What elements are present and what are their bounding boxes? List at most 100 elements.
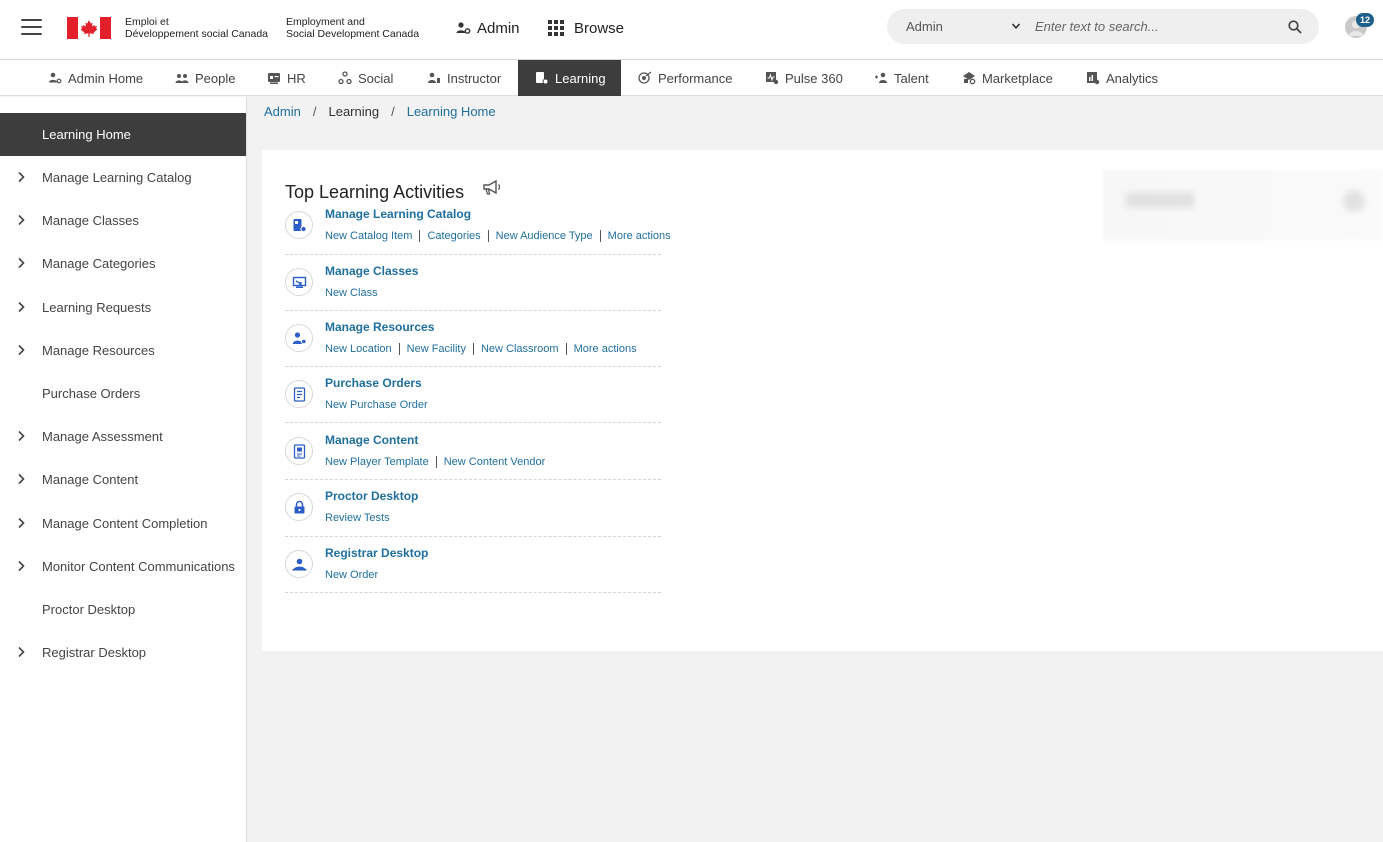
- activity-links: New Catalog Item Categories New Audience…: [325, 230, 671, 242]
- activity-title[interactable]: Registrar Desktop: [325, 546, 428, 560]
- activity-links: New Purchase Order: [325, 399, 428, 411]
- tab-talent[interactable]: Talent: [874, 60, 932, 96]
- sidebar-item-learning-home[interactable]: Learning Home: [0, 113, 246, 156]
- chevron-right-icon: [18, 171, 25, 183]
- new-classroom-link[interactable]: New Classroom: [481, 343, 559, 355]
- tab-admin-home[interactable]: Admin Home: [48, 60, 150, 96]
- link-divider: [398, 343, 400, 355]
- activity-title[interactable]: Manage Classes: [325, 264, 418, 278]
- tab-label: Pulse 360: [785, 70, 843, 86]
- admin-label: Admin: [477, 19, 520, 37]
- resources-icon: [285, 324, 313, 352]
- new-audience-type-link[interactable]: New Audience Type: [496, 230, 593, 242]
- chevron-down-icon[interactable]: [1011, 21, 1021, 31]
- breadcrumb: Admin / Learning / Learning Home: [264, 104, 496, 119]
- chevron-right-icon: [18, 344, 25, 356]
- categories-link[interactable]: Categories: [427, 230, 480, 242]
- activity-purchase-orders: Purchase Orders New Purchase Order: [285, 376, 661, 423]
- new-content-vendor-link[interactable]: New Content Vendor: [444, 456, 546, 468]
- sidebar-item-label: Manage Content: [42, 472, 139, 487]
- link-divider: [487, 230, 489, 242]
- review-tests-link[interactable]: Review Tests: [325, 512, 390, 524]
- new-player-template-link[interactable]: New Player Template: [325, 456, 429, 468]
- main-content: Admin / Learning / Learning Home Top Lea…: [247, 97, 1383, 842]
- tab-performance[interactable]: Performance: [638, 60, 733, 96]
- chevron-right-icon: [18, 473, 25, 485]
- tab-people[interactable]: People: [175, 60, 245, 96]
- breadcrumb-separator: /: [312, 104, 317, 119]
- activity-links: New Location New Facility New Classroom …: [325, 343, 637, 355]
- sidebar-item-label: Purchase Orders: [42, 386, 141, 401]
- search-input[interactable]: [1035, 15, 1275, 38]
- link-divider: [472, 343, 474, 355]
- sidebar-item-purchase-orders[interactable]: Purchase Orders: [0, 372, 246, 415]
- sidebar-item-manage-categories[interactable]: Manage Categories: [0, 242, 246, 285]
- new-class-link[interactable]: New Class: [325, 287, 378, 299]
- chevron-right-icon: [18, 517, 25, 529]
- learning-icon: [536, 72, 549, 85]
- new-facility-link[interactable]: New Facility: [407, 343, 466, 355]
- megaphone-icon[interactable]: [481, 178, 503, 198]
- breadcrumb-learning: Learning: [328, 104, 380, 119]
- classes-icon: [285, 268, 313, 296]
- breadcrumb-admin[interactable]: Admin: [264, 104, 301, 119]
- search-icon[interactable]: [1287, 19, 1303, 35]
- catalog-icon: [285, 211, 313, 239]
- sidebar-item-manage-assessment[interactable]: Manage Assessment: [0, 415, 246, 458]
- sidebar-item-learning-requests[interactable]: Learning Requests: [0, 286, 246, 329]
- sidebar-item-manage-learning-catalog[interactable]: Manage Learning Catalog: [0, 156, 246, 199]
- apps-grid-icon: [548, 20, 564, 36]
- activity-title[interactable]: Manage Resources: [325, 320, 434, 334]
- activity-registrar-desktop: Registrar Desktop New Order: [285, 546, 661, 593]
- chevron-right-icon: [18, 257, 25, 269]
- sidebar-item-label: Manage Learning Catalog: [42, 170, 192, 185]
- tab-social[interactable]: Social: [338, 60, 398, 96]
- sidebar-item-registrar-desktop[interactable]: Registrar Desktop: [0, 631, 246, 674]
- browse-menu-button[interactable]: Browse: [548, 17, 624, 39]
- browse-label: Browse: [574, 19, 625, 37]
- tab-pulse-360[interactable]: Pulse 360: [765, 60, 843, 96]
- sidebar-item-label: Manage Categories: [42, 256, 156, 271]
- tab-learning[interactable]: Learning: [518, 60, 621, 96]
- chevron-right-icon: [18, 301, 25, 313]
- more-actions-link[interactable]: More actions: [608, 230, 671, 242]
- activity-manage-classes: Manage Classes New Class: [285, 264, 661, 311]
- hr-icon: [268, 73, 280, 84]
- marketplace-icon: [963, 72, 976, 85]
- new-order-link[interactable]: New Order: [325, 569, 378, 581]
- hamburger-menu-icon[interactable]: [21, 19, 42, 35]
- more-actions-link[interactable]: More actions: [574, 343, 637, 355]
- new-purchase-order-link[interactable]: New Purchase Order: [325, 399, 428, 411]
- activity-title[interactable]: Manage Content: [325, 433, 418, 447]
- card-title: Top Learning Activities: [285, 182, 465, 202]
- activity-manage-learning-catalog: Manage Learning Catalog New Catalog Item…: [285, 207, 671, 255]
- new-catalog-item-link[interactable]: New Catalog Item: [325, 230, 412, 242]
- sidebar-item-manage-classes[interactable]: Manage Classes: [0, 199, 246, 242]
- admin-menu-button[interactable]: Admin: [456, 17, 520, 39]
- activity-links: New Class: [325, 287, 378, 299]
- tab-instructor[interactable]: Instructor: [427, 60, 507, 96]
- breadcrumb-learning-home[interactable]: Learning Home: [407, 104, 496, 119]
- activity-title[interactable]: Purchase Orders: [325, 376, 422, 390]
- tab-marketplace[interactable]: Marketplace: [962, 60, 1056, 96]
- tab-label: Admin Home: [68, 70, 144, 86]
- sidebar-item-manage-content[interactable]: Manage Content: [0, 458, 246, 501]
- tab-label: People: [195, 70, 236, 86]
- activity-title[interactable]: Manage Learning Catalog: [325, 207, 471, 221]
- sidebar-item-proctor-desktop[interactable]: Proctor Desktop: [0, 588, 246, 631]
- talent-icon: [875, 72, 887, 83]
- link-divider: [435, 456, 437, 468]
- tab-analytics[interactable]: Analytics: [1086, 60, 1161, 96]
- sidebar-item-manage-content-completion[interactable]: Manage Content Completion: [0, 502, 246, 545]
- dept-fr-line1: Emploi et: [125, 16, 169, 28]
- sidebar-item-monitor-content-communications[interactable]: Monitor Content Communications: [0, 545, 246, 588]
- new-location-link[interactable]: New Location: [325, 343, 392, 355]
- tab-label: Social: [358, 70, 394, 86]
- notification-badge[interactable]: 12: [1356, 13, 1374, 27]
- admin-user-gear-icon: [456, 22, 471, 34]
- sidebar-item-manage-resources[interactable]: Manage Resources: [0, 329, 246, 372]
- tab-hr[interactable]: HR: [267, 60, 312, 96]
- search-scope-select[interactable]: Admin: [906, 9, 1016, 44]
- activity-title[interactable]: Proctor Desktop: [325, 489, 418, 503]
- link-divider: [599, 230, 601, 242]
